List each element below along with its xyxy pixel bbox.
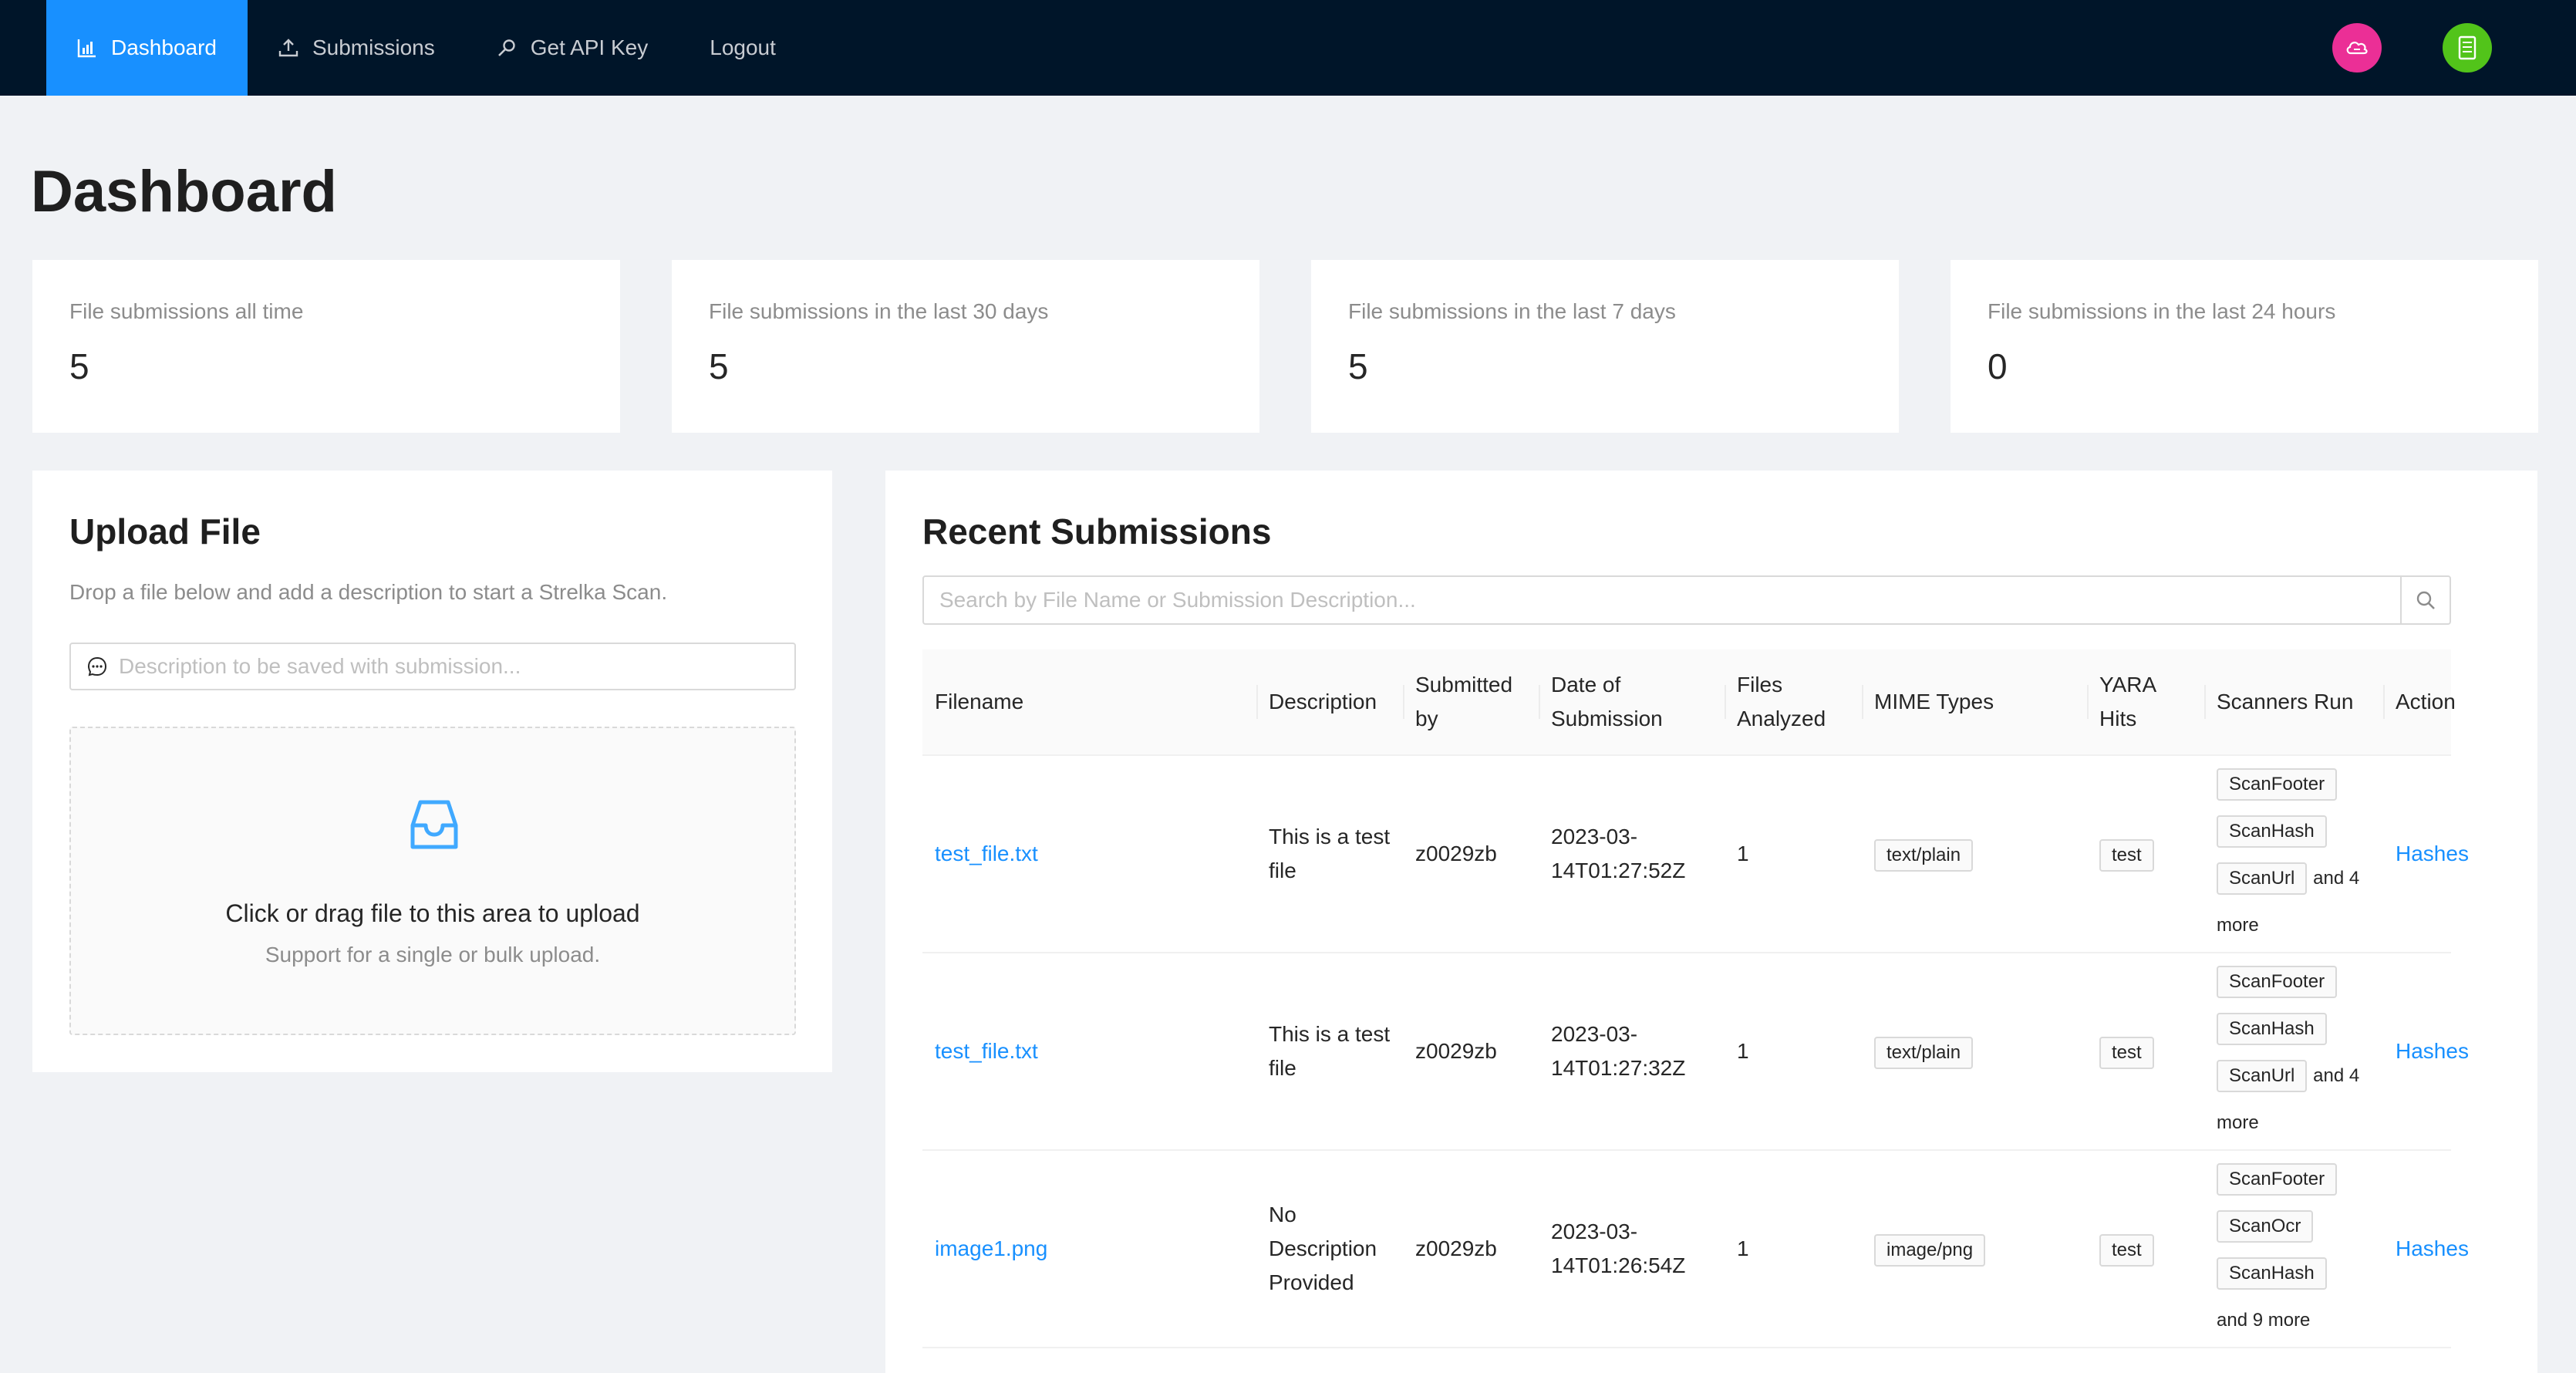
- date-cell: 2023-03-14T01:27:52Z: [1539, 755, 1725, 953]
- cloud-icon: [2346, 42, 2368, 55]
- submitted-by-cell: z0029zb: [1403, 953, 1539, 1151]
- mime-type-tag: text/plain: [1874, 838, 1974, 872]
- column-header-filename[interactable]: Filename: [922, 649, 1256, 756]
- column-header-date[interactable]: Date of Submission: [1539, 649, 1725, 756]
- column-header-mime-types[interactable]: MIME Types: [1862, 649, 2087, 756]
- column-header-action[interactable]: Action: [2383, 649, 2456, 756]
- key-icon: [497, 39, 515, 56]
- hashes-link[interactable]: Hashes: [2396, 842, 2469, 865]
- column-header-scanners-run[interactable]: Scanners Run: [2204, 649, 2383, 756]
- stat-label: File submissions in the last 30 days: [709, 299, 1049, 323]
- files-analyzed-cell: 1: [1725, 755, 1862, 953]
- nav-label-api-key: Get API Key: [530, 35, 649, 59]
- message-icon: [87, 656, 107, 676]
- yara-hit-tag: test: [2099, 1233, 2154, 1267]
- file-dropzone[interactable]: Click or drag file to this area to uploa…: [69, 727, 796, 1035]
- recent-submissions-title: Recent Submissions: [922, 511, 1272, 552]
- description-cell: This is a test file: [1256, 953, 1403, 1151]
- column-header-files-analyzed[interactable]: Files Analyzed: [1725, 649, 1862, 756]
- avatar-document[interactable]: [2443, 23, 2492, 73]
- files-analyzed-cell: 1: [1725, 953, 1862, 1151]
- mime-type-tag: text/plain: [1874, 1036, 1974, 1069]
- nav-item-logout[interactable]: Logout: [679, 0, 807, 96]
- upload-description: Drop a file below and add a description …: [69, 580, 668, 604]
- filename-link[interactable]: test_file.txt: [935, 1039, 1038, 1063]
- search-button[interactable]: [2400, 577, 2450, 623]
- scanner-tag: ScanHash: [2217, 1257, 2327, 1290]
- stat-card-all-time: File submissions all time 5: [32, 260, 620, 433]
- stat-card-24-hours: File submissions in the last 24 hours 0: [1951, 260, 2538, 433]
- hashes-link[interactable]: Hashes: [2396, 1236, 2469, 1260]
- nav-item-api-key[interactable]: Get API Key: [466, 0, 679, 96]
- scanners-cell: ScanFooter ScanHash ScanUrl and 4 more: [2204, 755, 2383, 953]
- description-input[interactable]: [117, 653, 779, 680]
- search-input[interactable]: [924, 577, 2400, 623]
- column-header-submitted-by[interactable]: Submitted by: [1403, 649, 1539, 756]
- inbox-icon: [410, 800, 458, 849]
- table-row: image1.png No Description Provided z0029…: [922, 1150, 2469, 1348]
- search-icon: [2416, 591, 2435, 609]
- dropzone-text: Click or drag file to this area to uploa…: [225, 899, 640, 927]
- stat-card-7-days: File submissions in the last 7 days 5: [1311, 260, 1899, 433]
- nav-label-submissions: Submissions: [312, 35, 435, 59]
- scanner-tag: ScanOcr: [2217, 1209, 2314, 1243]
- hashes-link[interactable]: Hashes: [2396, 1039, 2469, 1063]
- description-cell: This is a test file: [1256, 755, 1403, 953]
- filename-link[interactable]: image1.png: [935, 1236, 1047, 1260]
- scanner-tag: ScanUrl: [2217, 862, 2308, 895]
- stat-label: File submissions in the last 24 hours: [1988, 299, 2336, 323]
- nav-label-dashboard: Dashboard: [111, 35, 217, 59]
- document-icon: [2458, 35, 2477, 60]
- recent-submissions-panel: Recent Submissions Filename Description: [885, 471, 2537, 1373]
- scanner-tag: ScanUrl: [2217, 1059, 2308, 1092]
- table-row: test_file.txt This is a test file z0029z…: [922, 953, 2469, 1151]
- upload-title: Upload File: [69, 511, 261, 552]
- dropzone-hint: Support for a single or bulk upload.: [265, 943, 601, 966]
- nav-item-submissions[interactable]: Submissions: [248, 0, 466, 96]
- nav-item-dashboard[interactable]: Dashboard: [46, 0, 248, 96]
- scanner-tag: ScanHash: [2217, 815, 2327, 848]
- stat-label: File submissions in the last 7 days: [1348, 299, 1676, 323]
- date-cell: 2023-03-14T01:27:32Z: [1539, 953, 1725, 1151]
- table-header-row: Filename Description Submitted by Date o…: [922, 649, 2456, 756]
- column-header-description[interactable]: Description: [1256, 649, 1403, 756]
- stat-value: 5: [69, 346, 89, 386]
- description-input-field[interactable]: [69, 643, 796, 690]
- date-cell: 2023-03-14T01:26:54Z: [1539, 1150, 1725, 1348]
- scanners-cell: ScanFooter ScanOcr ScanHash and 9 more: [2204, 1150, 2383, 1348]
- mime-type-tag: image/png: [1874, 1233, 1986, 1267]
- submissions-table: Filename Description Submitted by Date o…: [922, 649, 2469, 1348]
- stat-label: File submissions all time: [69, 299, 304, 323]
- submitted-by-cell: z0029zb: [1403, 755, 1539, 953]
- yara-hit-tag: test: [2099, 838, 2154, 872]
- bar-chart-icon: [77, 39, 96, 58]
- top-nav: Dashboard Submissions Get API Key Logout: [0, 0, 2576, 96]
- scanner-tag: ScanHash: [2217, 1012, 2327, 1045]
- nav-label-logout: Logout: [710, 35, 776, 59]
- scanner-tag: ScanFooter: [2217, 965, 2338, 998]
- upload-icon: [278, 39, 298, 57]
- scanners-cell: ScanFooter ScanHash ScanUrl and 4 more: [2204, 953, 2383, 1151]
- stat-value: 5: [709, 346, 729, 386]
- filename-link[interactable]: test_file.txt: [935, 842, 1038, 865]
- table-row: test_file.txt This is a test file z0029z…: [922, 755, 2469, 953]
- avatar-cloud[interactable]: [2332, 23, 2382, 73]
- stat-value: 0: [1988, 346, 2008, 386]
- upload-panel: Upload File Drop a file below and add a …: [32, 471, 832, 1072]
- stat-card-30-days: File submissions in the last 30 days 5: [672, 260, 1259, 433]
- search-bar: [922, 575, 2451, 625]
- files-analyzed-cell: 1: [1725, 1150, 1862, 1348]
- scanner-tag: ScanFooter: [2217, 767, 2338, 801]
- submitted-by-cell: z0029zb: [1403, 1150, 1539, 1348]
- page-title: Dashboard: [31, 159, 337, 224]
- column-header-yara-hits[interactable]: YARA Hits: [2087, 649, 2204, 756]
- stat-value: 5: [1348, 346, 1368, 386]
- scanner-tag: ScanFooter: [2217, 1162, 2338, 1196]
- description-cell: No Description Provided: [1256, 1150, 1403, 1348]
- yara-hit-tag: test: [2099, 1036, 2154, 1069]
- more-scanners-text: and 9 more: [2217, 1309, 2311, 1331]
